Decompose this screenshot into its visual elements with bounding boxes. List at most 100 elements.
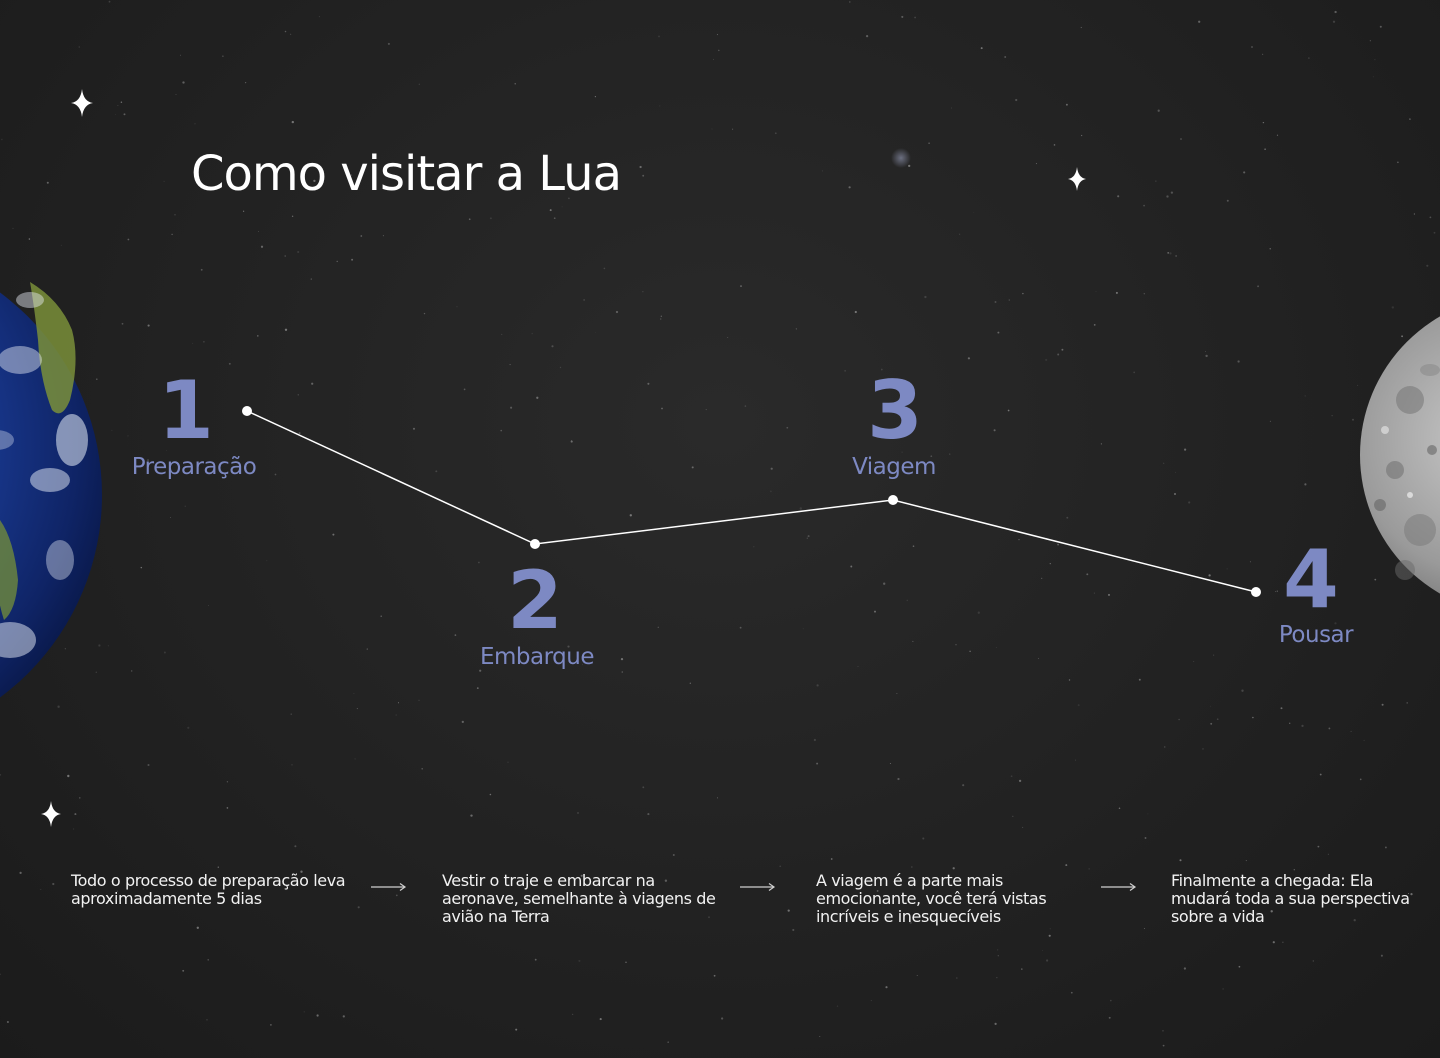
star-dust-dot bbox=[57, 705, 60, 708]
star-dust-dot bbox=[226, 807, 229, 809]
star-dust-dot bbox=[421, 768, 424, 770]
star-dust-dot bbox=[958, 233, 961, 235]
star-dust-dot bbox=[658, 35, 660, 38]
star-dust-dot bbox=[1066, 516, 1069, 519]
star-dust-dot bbox=[642, 174, 645, 177]
star-dust-dot bbox=[1222, 988, 1224, 990]
star-dust-dot bbox=[163, 180, 165, 182]
star-dust-dot bbox=[1018, 779, 1022, 783]
star-dust-dot bbox=[1289, 722, 1291, 724]
star-dust-dot bbox=[290, 713, 292, 715]
star-dust-dot bbox=[360, 235, 363, 237]
star-dust-dot bbox=[1426, 264, 1429, 267]
star-dust-dot bbox=[994, 1022, 997, 1026]
star-dust-dot bbox=[1093, 592, 1095, 594]
star-dust-dot bbox=[594, 332, 596, 334]
star-dust-dot bbox=[96, 378, 98, 380]
step-3-node bbox=[888, 495, 898, 505]
star-dust-dot bbox=[928, 142, 930, 144]
star-dust-dot bbox=[1312, 960, 1315, 962]
star-dust-dot bbox=[1238, 965, 1241, 968]
star-dust-dot bbox=[418, 83, 420, 85]
star-dust-dot bbox=[1369, 40, 1371, 42]
star-dust-dot bbox=[1319, 773, 1322, 776]
star-dust-dot bbox=[551, 345, 554, 348]
star-dust-dot bbox=[1115, 291, 1118, 294]
star-dust-dot bbox=[1391, 306, 1395, 309]
star-dust-dot bbox=[203, 341, 205, 343]
star-dust-dot bbox=[571, 1013, 574, 1016]
star-dust-dot bbox=[298, 432, 301, 435]
star-dust-dot bbox=[140, 566, 143, 569]
star-dust-dot bbox=[1352, 418, 1354, 421]
star-dust-dot bbox=[1074, 759, 1077, 761]
star-dust-dot bbox=[294, 845, 297, 848]
star-dust-dot bbox=[194, 123, 196, 125]
star-dust-dot bbox=[691, 466, 694, 469]
star-dust-dot bbox=[1204, 350, 1207, 353]
star-dust-dot bbox=[1046, 959, 1049, 962]
star-dust-dot bbox=[883, 582, 886, 585]
star-dust-dot bbox=[1317, 845, 1320, 848]
star-dust-dot bbox=[291, 764, 293, 766]
star-dust-dot bbox=[257, 335, 259, 337]
star-dust-dot bbox=[120, 101, 123, 103]
step-4-description: Finalmente a chegada: Ela mudará toda a … bbox=[1171, 871, 1410, 926]
earth-planet bbox=[0, 282, 102, 698]
star-dust-dot bbox=[1049, 562, 1051, 565]
star-dust-dot bbox=[509, 364, 511, 366]
sparkle-icon bbox=[41, 801, 61, 827]
star-dust-dot bbox=[291, 215, 294, 218]
star-dust-dot bbox=[500, 429, 503, 432]
star-dust-dot bbox=[1262, 121, 1265, 124]
star-dust-dot bbox=[147, 763, 150, 767]
star-dust-dot bbox=[1183, 967, 1187, 970]
star-dust-dot bbox=[1282, 941, 1284, 943]
star-dust-dot bbox=[1086, 573, 1089, 576]
star-dust-dot bbox=[1108, 1016, 1111, 1019]
sparkle-icon bbox=[71, 89, 93, 117]
star-dust-dot bbox=[1164, 746, 1166, 748]
star-dust-dot bbox=[310, 278, 312, 280]
star-dust-dot bbox=[397, 702, 400, 704]
star-dust-dot bbox=[583, 299, 585, 301]
star-dust-dot bbox=[40, 888, 42, 890]
star-dust-dot bbox=[1004, 56, 1007, 58]
star-dust-dot bbox=[615, 310, 619, 314]
star-dust-dot bbox=[489, 217, 492, 220]
star-dust-dot bbox=[266, 560, 268, 562]
star-dust-dot bbox=[806, 537, 809, 540]
star-dust-dot bbox=[1409, 118, 1411, 120]
star-dust-dot bbox=[463, 388, 466, 391]
star-dust-dot bbox=[553, 217, 556, 220]
star-dust-dot bbox=[1188, 501, 1191, 504]
step-2-node bbox=[530, 539, 540, 549]
star-dust-dot bbox=[380, 615, 382, 617]
star-dust-dot bbox=[897, 777, 900, 781]
star-dust-dot bbox=[206, 1019, 208, 1021]
star-dust-dot bbox=[857, 666, 859, 667]
star-dust-dot bbox=[192, 342, 194, 344]
star-dust-dot bbox=[1384, 846, 1387, 849]
star-dust-dot bbox=[1264, 148, 1266, 150]
star-dust-dot bbox=[911, 866, 913, 868]
star-dust-dot bbox=[924, 295, 927, 299]
star-dust-dot bbox=[382, 235, 384, 237]
star-dust-dot bbox=[951, 107, 953, 109]
star-dust-dot bbox=[1226, 568, 1228, 570]
star-dust-dot bbox=[1095, 290, 1097, 292]
star-dust-dot bbox=[1350, 730, 1352, 732]
star-dust-dot bbox=[531, 332, 533, 335]
star-dust-dot bbox=[507, 761, 509, 763]
star-dust-dot bbox=[1301, 724, 1304, 728]
star-dust-dot bbox=[1012, 815, 1014, 818]
star-dust-dot bbox=[1133, 371, 1136, 374]
star-dust-dot bbox=[912, 545, 915, 547]
star-dust-dot bbox=[1080, 26, 1082, 29]
star-dust-dot bbox=[659, 318, 662, 320]
star-dust-dot bbox=[997, 331, 1000, 334]
star-dust-dot bbox=[1048, 934, 1051, 937]
star-dust-dot bbox=[1147, 813, 1149, 815]
star-dust-dot bbox=[740, 285, 742, 288]
star-dust-dot bbox=[1241, 689, 1244, 692]
